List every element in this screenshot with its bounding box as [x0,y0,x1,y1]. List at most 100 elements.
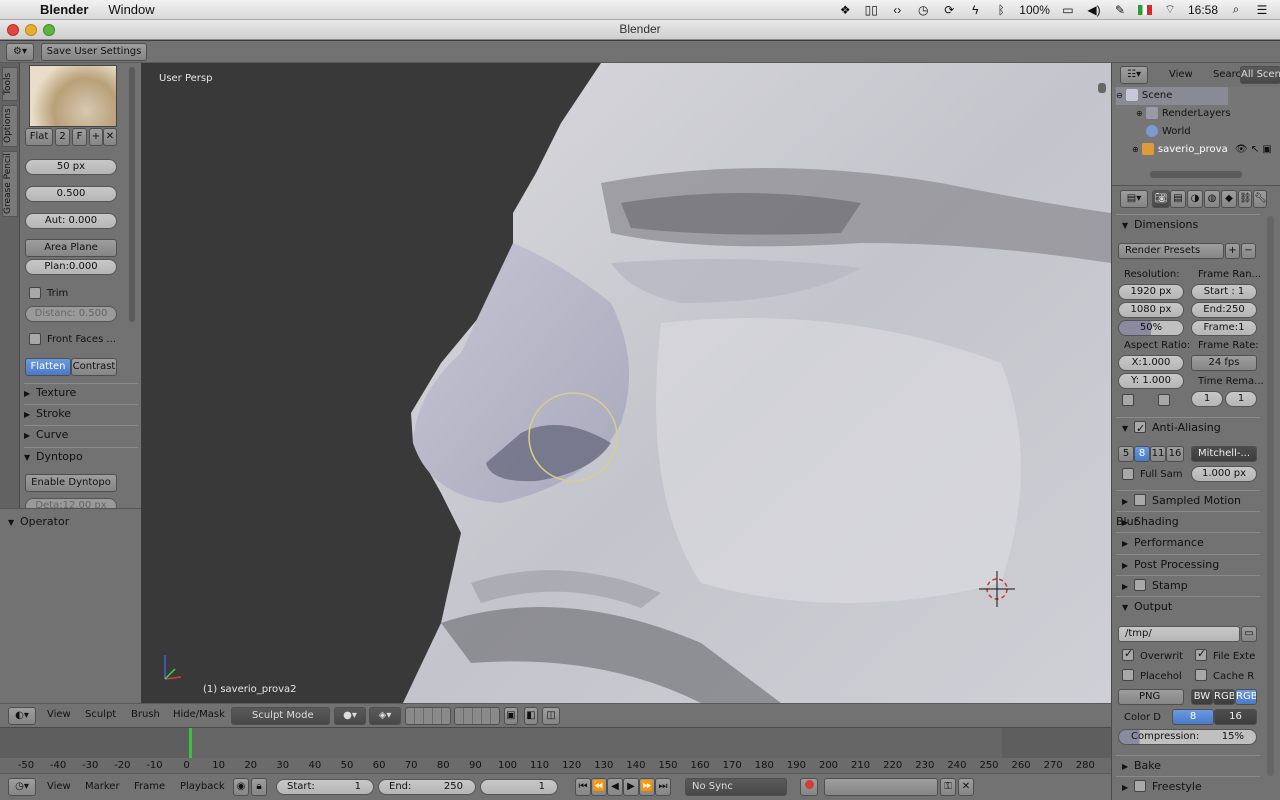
compression-slider[interactable]: Compression: 15% [1118,729,1257,745]
current-frame-cursor[interactable] [189,728,192,758]
timeline[interactable]: -50 -40 -30 -20 -10 0 10 20 30 40 50 60 70 80 90 100 110… [0,727,1111,774]
add-preset-icon[interactable]: + [1225,243,1240,259]
close-window-button[interactable] [7,24,19,36]
keying-set-field[interactable] [824,778,938,796]
resolution-y-field[interactable]: 1080 px [1118,302,1184,318]
jump-keyframe-back-icon[interactable]: ⏪ [591,778,607,796]
object-tab-icon[interactable]: ◆ [1221,190,1237,208]
contrast-button[interactable]: Contrast [71,358,117,376]
properties-scrollbar[interactable] [1267,216,1274,776]
render-tab-icon[interactable]: 📷︎ [1152,190,1170,208]
enable-dyntopo-button[interactable]: Enable Dyntopo [25,474,117,492]
cache-result-checkbox[interactable] [1195,669,1207,681]
frame-menu[interactable]: Frame [134,781,165,792]
motion-blur-checkbox[interactable] [1134,494,1146,506]
visibility-icon[interactable]: 👁︎ [1235,144,1248,155]
color-rgb-button[interactable]: RGB [1213,689,1235,705]
lock-icon[interactable]: 🔒︎ [251,778,267,796]
tree-item-scene[interactable]: ⊖ Scene [1116,87,1228,105]
folder-browse-icon[interactable]: ▭ [1241,626,1257,642]
pivot-dropdown[interactable]: ◈▾ [369,707,401,725]
jump-keyframe-forward-icon[interactable]: ⏩ [639,778,655,796]
resolution-percent-slider[interactable]: 50% [1118,320,1184,336]
operator-header[interactable]: ▼ Operator [8,513,122,531]
frame-rate-dropdown[interactable]: 24 fps [1191,355,1257,371]
add-brush-icon[interactable]: + [89,128,103,146]
tree-item-world[interactable]: World [1146,123,1191,141]
aspect-y-field[interactable]: Y: 1.000 [1118,373,1184,389]
renderable-icon[interactable]: ▣ [1262,144,1271,155]
performance-panel[interactable]: ▶ Performance [1116,532,1260,552]
tool-shelf-scrollbar[interactable] [129,67,135,322]
output-path-field[interactable]: /tmp/ [1118,626,1240,642]
brush-f-button[interactable]: F [72,128,87,146]
overwrite-checkbox[interactable] [1122,647,1134,661]
tab-grease-pencil[interactable]: Grease Pencil [2,151,18,217]
outliner-scrollbar[interactable] [1150,171,1242,178]
distance-field[interactable]: Distanc: 0.500 [25,306,117,322]
start-frame-field[interactable]: Start: 1 [276,779,374,795]
file-extensions-checkbox[interactable] [1195,647,1207,661]
record-icon[interactable] [800,778,818,796]
flatten-button[interactable]: Flatten [25,358,71,376]
time-remap-old-field[interactable]: 1 [1191,391,1223,407]
time-remap-new-field[interactable]: 1 [1225,391,1257,407]
stroke-panel[interactable]: ▶ Stroke [24,404,138,422]
aa-samples-5[interactable]: 5 [1118,446,1134,462]
marker-menu[interactable]: Marker [85,781,120,792]
split-view-icon[interactable]: ▯▯ [863,3,879,17]
timeline-view-menu[interactable]: View [47,781,71,792]
front-faces-checkbox[interactable] [29,333,41,345]
insert-keyframe-icon[interactable]: ⚿ [940,778,956,796]
aa-filter-dropdown[interactable]: Mitchell-... [1191,446,1257,462]
editor-type-icon[interactable]: ⚙▾ [6,43,34,61]
shading-panel[interactable]: ▶ Shading [1116,511,1260,531]
world-tab-icon[interactable]: ◍ [1204,190,1220,208]
frame-step-field[interactable]: Frame:1 [1191,320,1257,336]
render-presets-dropdown[interactable]: Render Presets [1118,243,1224,259]
mode-dropdown[interactable]: Sculpt Mode [231,707,330,725]
placeholders-checkbox[interactable] [1122,669,1134,681]
freestyle-panel[interactable]: ▶ Freestyle [1116,776,1260,796]
tree-item-renderlayers[interactable]: ⊕ RenderLayers [1136,105,1231,123]
zoom-window-button[interactable] [43,24,55,36]
lock-layers-icon[interactable]: ▣ [504,707,518,725]
color-bw-button[interactable]: BW [1191,689,1213,705]
aa-samples-8[interactable]: 8 [1134,446,1150,462]
bluetooth-icon[interactable]: ᛒ [993,3,1009,17]
output-panel[interactable]: ▼ Output [1116,596,1260,616]
stamp-panel[interactable]: ▶ Stamp [1116,575,1260,595]
notification-icon[interactable]: ☰ [1254,3,1270,17]
dimensions-panel[interactable]: ▼ Dimensions [1116,214,1260,234]
aspect-x-field[interactable]: X:1.000 [1118,355,1184,371]
pen-icon[interactable]: ✎ [1112,3,1128,17]
hide-mask-menu[interactable]: Hide/Mask [173,709,225,720]
crop-checkbox[interactable] [1158,394,1170,406]
layers-1-buttons[interactable] [405,707,451,725]
trim-checkbox[interactable] [29,287,41,299]
dyntopo-panel[interactable]: ▼ Dyntopo [24,447,138,465]
brush-menu[interactable]: Brush [131,709,160,720]
end-frame-field[interactable]: End: 250 [378,779,476,795]
power-icon[interactable]: ϟ [967,3,983,17]
color-rgba-button[interactable]: RGB [1235,689,1257,705]
3d-viewport[interactable]: User Persp (1) saverio_prova2 [141,63,1111,703]
playback-menu[interactable]: Playback [180,781,225,792]
view-menu[interactable]: View [47,709,71,720]
sculpt-menu[interactable]: Sculpt [85,709,116,720]
post-processing-panel[interactable]: ▶ Post Processing [1116,554,1260,574]
frame-end-field[interactable]: End:250 [1191,302,1257,318]
bake-panel[interactable]: ▶ Bake [1116,755,1260,775]
viewport-corner-widget[interactable] [1098,83,1106,93]
anti-aliasing-panel[interactable]: ▼Anti-Aliasing [1116,417,1260,439]
spotlight-icon[interactable]: ⌕ [1228,2,1244,17]
filter-size-field[interactable]: 1.000 px [1191,466,1257,482]
minimize-window-button[interactable] [25,24,37,36]
plane-dropdown[interactable]: Area Plane [25,239,117,257]
autosmooth-field[interactable]: Aut: 0.000 [25,213,117,229]
app-menu[interactable]: Blender [40,2,88,17]
aa-samples-11[interactable]: 11 [1150,446,1166,462]
frame-start-field[interactable]: Start : 1 [1191,284,1257,300]
sync-icon[interactable]: ⟳ [941,3,957,17]
flat-button[interactable]: Flat [25,128,53,146]
